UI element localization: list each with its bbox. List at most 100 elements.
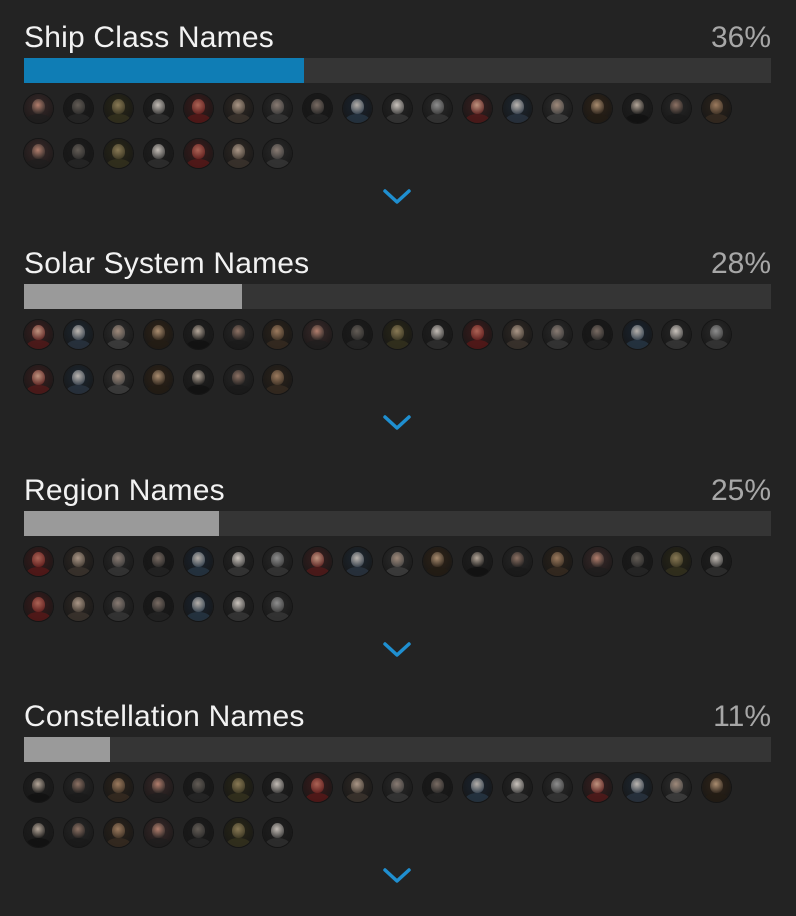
voter-avatar[interactable] <box>184 592 213 621</box>
voter-avatar[interactable] <box>263 818 292 847</box>
voter-avatar[interactable] <box>503 547 532 576</box>
voter-avatar[interactable] <box>263 592 292 621</box>
chevron-down-icon[interactable] <box>382 641 412 659</box>
voter-avatar[interactable] <box>343 320 372 349</box>
voter-avatar[interactable] <box>104 320 133 349</box>
voter-avatar[interactable] <box>303 773 332 802</box>
voter-avatar[interactable] <box>543 94 572 123</box>
voter-avatar[interactable] <box>24 547 53 576</box>
voter-avatar[interactable] <box>503 94 532 123</box>
voter-avatar[interactable] <box>64 94 93 123</box>
voter-avatar[interactable] <box>503 773 532 802</box>
voter-avatar[interactable] <box>263 365 292 394</box>
voter-avatar[interactable] <box>104 592 133 621</box>
voter-avatar[interactable] <box>104 773 133 802</box>
voter-avatar[interactable] <box>343 773 372 802</box>
voter-avatar[interactable] <box>144 365 173 394</box>
voter-avatar[interactable] <box>24 592 53 621</box>
voter-avatar[interactable] <box>184 139 213 168</box>
voter-avatar[interactable] <box>463 773 492 802</box>
voter-avatar[interactable] <box>343 547 372 576</box>
voter-avatar[interactable] <box>24 94 53 123</box>
voter-avatar[interactable] <box>144 320 173 349</box>
voter-avatar[interactable] <box>303 94 332 123</box>
voter-avatar[interactable] <box>24 320 53 349</box>
voter-avatar[interactable] <box>702 320 731 349</box>
voter-avatar[interactable] <box>263 139 292 168</box>
voter-avatar[interactable] <box>503 320 532 349</box>
voter-avatar[interactable] <box>64 773 93 802</box>
voter-avatar[interactable] <box>263 773 292 802</box>
voter-avatar[interactable] <box>383 94 412 123</box>
voter-avatar[interactable] <box>144 773 173 802</box>
voter-avatar[interactable] <box>24 139 53 168</box>
voter-avatar[interactable] <box>702 94 731 123</box>
voter-avatar[interactable] <box>64 818 93 847</box>
voter-avatar[interactable] <box>662 94 691 123</box>
voter-avatar[interactable] <box>623 320 652 349</box>
voter-avatar[interactable] <box>144 592 173 621</box>
voter-avatar[interactable] <box>224 320 253 349</box>
voter-avatar[interactable] <box>343 94 372 123</box>
voter-avatar[interactable] <box>104 365 133 394</box>
voter-avatar[interactable] <box>104 547 133 576</box>
voter-avatar[interactable] <box>623 547 652 576</box>
voter-avatar[interactable] <box>662 320 691 349</box>
voter-avatar[interactable] <box>184 773 213 802</box>
voter-avatar[interactable] <box>583 94 612 123</box>
voter-avatar[interactable] <box>423 547 452 576</box>
voter-avatar[interactable] <box>184 94 213 123</box>
voter-avatar[interactable] <box>224 365 253 394</box>
voter-avatar[interactable] <box>423 94 452 123</box>
voter-avatar[interactable] <box>104 139 133 168</box>
voter-avatar[interactable] <box>702 547 731 576</box>
voter-avatar[interactable] <box>543 547 572 576</box>
voter-avatar[interactable] <box>184 320 213 349</box>
voter-avatar[interactable] <box>224 818 253 847</box>
voter-avatar[interactable] <box>104 818 133 847</box>
voter-avatar[interactable] <box>184 818 213 847</box>
voter-avatar[interactable] <box>64 547 93 576</box>
voter-avatar[interactable] <box>144 139 173 168</box>
voter-avatar[interactable] <box>224 139 253 168</box>
voter-avatar[interactable] <box>224 592 253 621</box>
voter-avatar[interactable] <box>263 320 292 349</box>
voter-avatar[interactable] <box>662 773 691 802</box>
voter-avatar[interactable] <box>583 547 612 576</box>
voter-avatar[interactable] <box>423 773 452 802</box>
voter-avatar[interactable] <box>583 773 612 802</box>
voter-avatar[interactable] <box>24 773 53 802</box>
voter-avatar[interactable] <box>463 320 492 349</box>
voter-avatar[interactable] <box>263 547 292 576</box>
voter-avatar[interactable] <box>662 547 691 576</box>
voter-avatar[interactable] <box>383 320 412 349</box>
voter-avatar[interactable] <box>184 547 213 576</box>
voter-avatar[interactable] <box>24 818 53 847</box>
voter-avatar[interactable] <box>24 365 53 394</box>
voter-avatar[interactable] <box>224 547 253 576</box>
voter-avatar[interactable] <box>303 547 332 576</box>
voter-avatar[interactable] <box>64 592 93 621</box>
voter-avatar[interactable] <box>623 773 652 802</box>
voter-avatar[interactable] <box>423 320 452 349</box>
voter-avatar[interactable] <box>543 320 572 349</box>
voter-avatar[interactable] <box>144 94 173 123</box>
voter-avatar[interactable] <box>463 94 492 123</box>
chevron-down-icon[interactable] <box>382 867 412 885</box>
voter-avatar[interactable] <box>303 320 332 349</box>
voter-avatar[interactable] <box>623 94 652 123</box>
voter-avatar[interactable] <box>104 94 133 123</box>
voter-avatar[interactable] <box>144 818 173 847</box>
voter-avatar[interactable] <box>383 547 412 576</box>
voter-avatar[interactable] <box>224 773 253 802</box>
voter-avatar[interactable] <box>64 365 93 394</box>
voter-avatar[interactable] <box>224 94 253 123</box>
voter-avatar[interactable] <box>263 94 292 123</box>
voter-avatar[interactable] <box>64 139 93 168</box>
voter-avatar[interactable] <box>702 773 731 802</box>
chevron-down-icon[interactable] <box>382 414 412 432</box>
voter-avatar[interactable] <box>583 320 612 349</box>
voter-avatar[interactable] <box>64 320 93 349</box>
voter-avatar[interactable] <box>144 547 173 576</box>
voter-avatar[interactable] <box>184 365 213 394</box>
